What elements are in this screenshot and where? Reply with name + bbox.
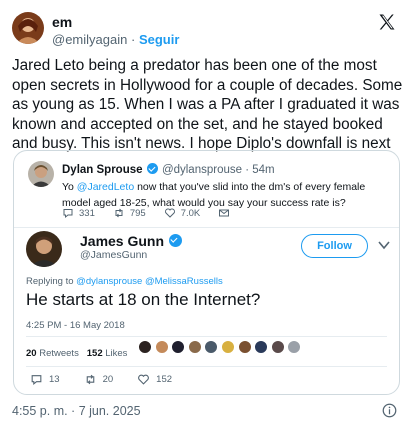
gunn-name-line: James Gunn [80, 233, 183, 249]
liker-avatar [204, 340, 219, 354]
gunn-avatar [26, 231, 62, 267]
author-avatar[interactable] [12, 12, 44, 44]
x-logo-icon[interactable] [377, 12, 397, 32]
liker-avatar [138, 340, 152, 354]
divider [14, 227, 399, 228]
replying-prefix: Replying to [26, 276, 77, 287]
gunn-comment-count: 13 [49, 374, 60, 385]
gunn-follow-button: Follow [301, 234, 368, 258]
liker-avatar [287, 340, 302, 354]
retweets-count: 20 [26, 348, 37, 359]
gunn-retweet-action: 20 [84, 373, 114, 386]
reply-comment-count: 331 [79, 207, 95, 219]
retweets-label: Retweets [39, 348, 79, 359]
reply-like-action: 7.0K [164, 207, 201, 219]
engagement-stats: 20 Retweets 152 Likes [26, 348, 127, 359]
gunn-tweet-time: 4:25 PM - 16 May 2018 [26, 320, 125, 331]
reply-author-avatar [28, 161, 54, 187]
likes-label: Likes [105, 348, 128, 359]
reply-author-line: Dylan Sprouse @dylansprouse · 54m [62, 163, 275, 176]
heart-icon [138, 374, 150, 385]
reply-retweet-action: 795 [113, 207, 146, 219]
mail-icon [219, 209, 230, 217]
follow-link[interactable]: Seguir [139, 32, 179, 47]
retweet-icon [115, 208, 123, 218]
liker-avatar [171, 340, 186, 354]
liker-avatar [220, 340, 235, 354]
tweet-text: Jared Leto being a predator has been one… [12, 57, 403, 152]
reply-comment-action: 331 [62, 207, 95, 219]
info-icon[interactable] [382, 403, 397, 418]
reply-dm-action [218, 207, 230, 219]
author-handle[interactable]: @emilyagain [52, 32, 127, 47]
separator-dot: · [130, 32, 136, 47]
liker-avatar [237, 340, 252, 354]
tweet-timestamp[interactable]: 4:55 p. m. · 7 jun. 2025 [12, 404, 141, 418]
reply-handle-time: @dylansprouse · 54m [161, 164, 275, 176]
gunn-like-action: 152 [137, 373, 172, 386]
reply-text-prefix: Yo [62, 181, 77, 193]
chevron-down-icon [378, 241, 390, 250]
embedded-screenshot: Dylan Sprouse @dylansprouse · 54m Yo @Ja… [13, 150, 400, 395]
comment-icon [63, 209, 73, 219]
replying-mentions: @dylansprouse @MelissaRussells [76, 276, 223, 287]
liker-avatar [254, 340, 269, 354]
gunn-comment-action: 13 [30, 373, 60, 386]
divider [26, 336, 387, 337]
liker-avatar [270, 340, 285, 354]
heart-icon [164, 208, 175, 218]
gunn-retweet-count: 20 [102, 374, 114, 385]
gunn-actions: 13 20 152 [30, 373, 196, 386]
author-subline: @emilyagain · Seguir [52, 32, 179, 47]
reply-author-name: Dylan Sprouse [62, 164, 143, 176]
replying-to: Replying to @dylansprouse @MelissaRussel… [26, 276, 223, 287]
verified-badge-icon [146, 163, 158, 174]
divider [26, 366, 387, 367]
comment-icon [31, 375, 42, 385]
verified-badge-icon [168, 234, 182, 247]
reply-retweet-count: 795 [129, 207, 146, 219]
gunn-like-count: 152 [156, 374, 173, 385]
gunn-handle: @JamesGunn [80, 249, 148, 261]
liker-avatar [154, 340, 169, 354]
gunn-tweet-text: He starts at 18 on the Internet? [26, 290, 261, 309]
reply-like-count: 7.0K [180, 207, 201, 219]
likes-count: 152 [86, 348, 103, 359]
reply-actions: 331 795 7.0K [62, 207, 248, 219]
liker-avatars [138, 340, 304, 354]
retweet-icon [86, 374, 94, 385]
liker-avatar [187, 340, 202, 354]
author-name[interactable]: em [52, 14, 72, 30]
gunn-name: James Gunn [80, 233, 165, 249]
reply-mention: @JaredLeto [76, 181, 135, 193]
